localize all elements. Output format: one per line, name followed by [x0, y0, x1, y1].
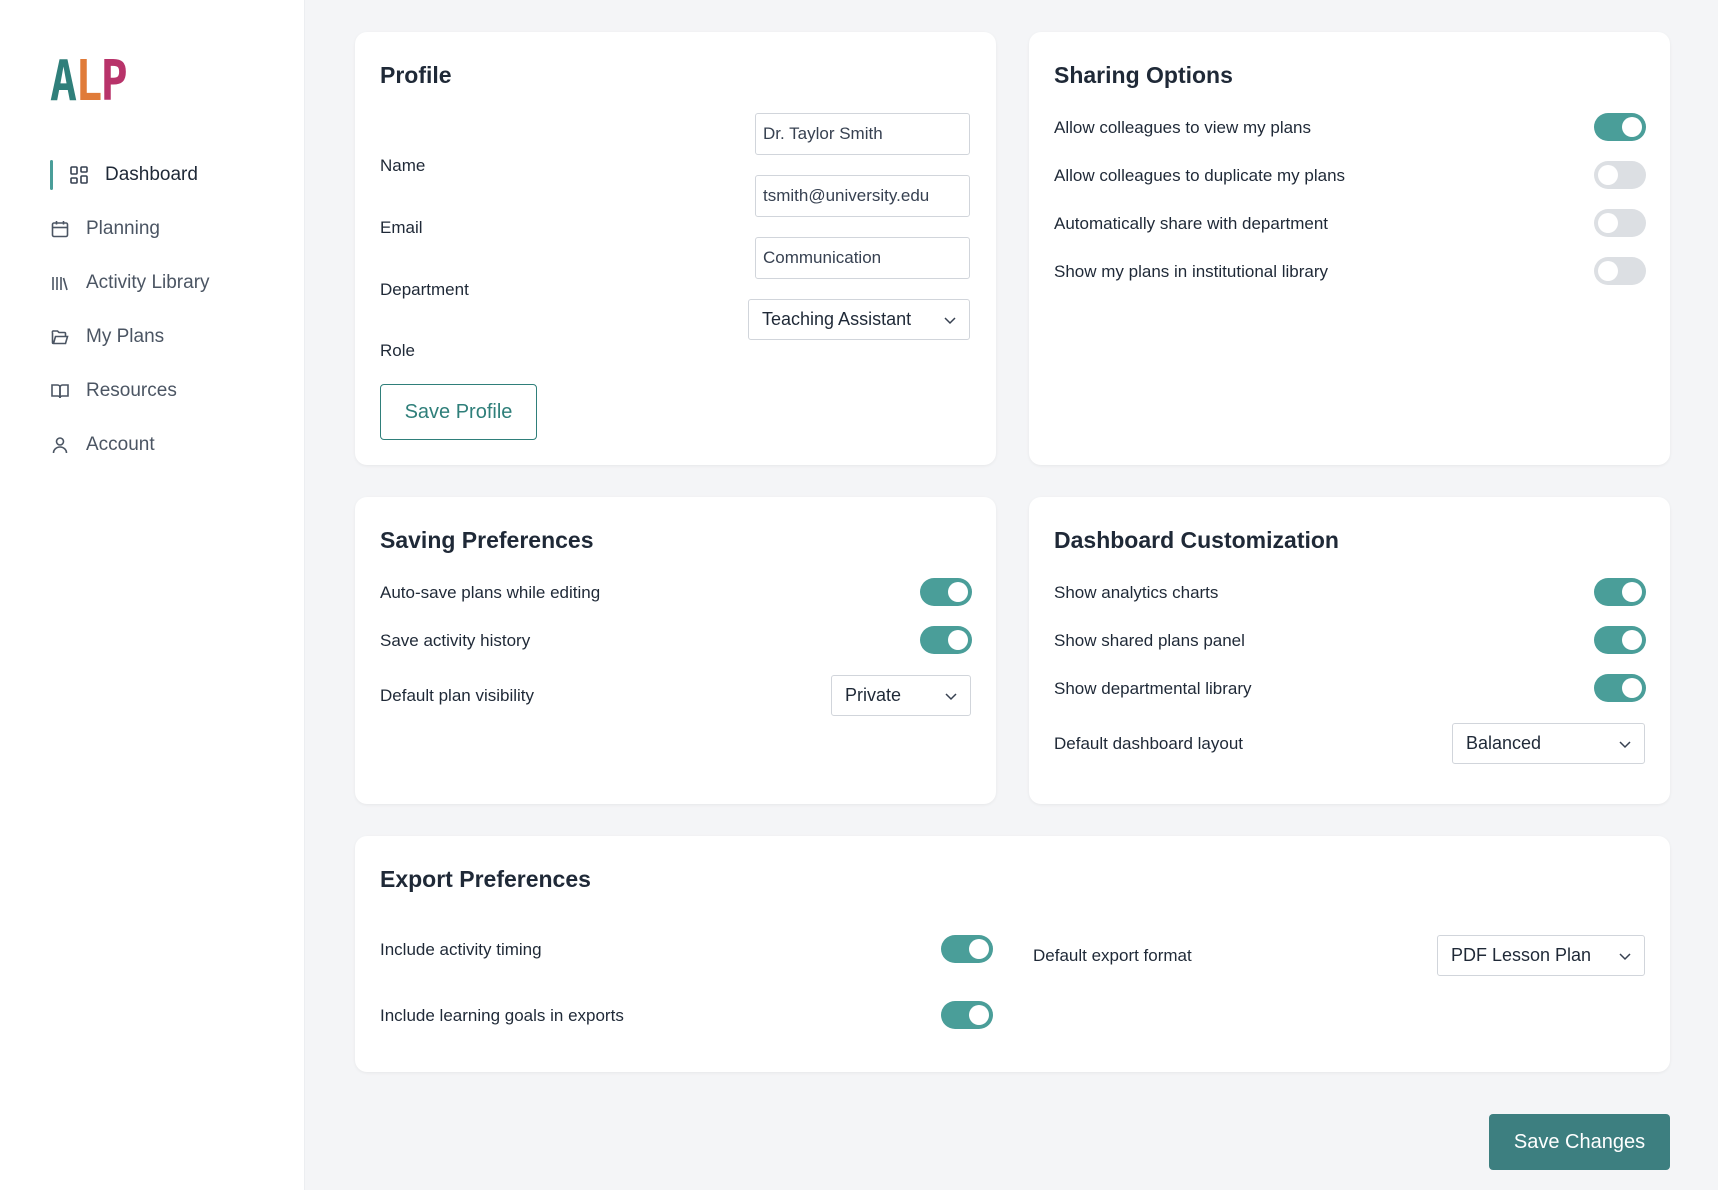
- dashboard-option-label: Show departmental library: [1054, 679, 1252, 698]
- export-format-select[interactable]: PDF Lesson Plan: [1437, 935, 1645, 976]
- name-field[interactable]: [755, 113, 970, 155]
- sidebar-nav: Dashboard Planning Activity Library My P…: [50, 160, 290, 484]
- email-label: Email: [380, 218, 423, 237]
- sidebar-item-planning[interactable]: Planning: [50, 214, 290, 244]
- email-field[interactable]: [755, 175, 970, 217]
- sharing-options-card: Sharing Options Allow colleagues to view…: [1029, 32, 1670, 465]
- saving-title: Saving Preferences: [380, 527, 594, 553]
- toggle-auto-save[interactable]: [920, 578, 972, 606]
- chevron-down-icon: [944, 317, 956, 325]
- folder-icon: [50, 327, 70, 347]
- toggle-activity-timing[interactable]: [941, 935, 993, 963]
- sidebar-item-label: Account: [86, 434, 155, 455]
- calendar-icon: [50, 219, 70, 239]
- role-select-value: Teaching Assistant: [762, 309, 912, 329]
- sidebar-item-resources[interactable]: Resources: [50, 376, 290, 406]
- department-label: Department: [380, 280, 469, 299]
- department-field[interactable]: [755, 237, 970, 279]
- saving-option-label: Save activity history: [380, 631, 531, 650]
- role-select[interactable]: Teaching Assistant: [748, 299, 970, 340]
- dashboard-option-label: Show analytics charts: [1054, 583, 1219, 602]
- toggle-view-plans[interactable]: [1594, 113, 1646, 141]
- save-profile-button[interactable]: Save Profile: [380, 384, 537, 440]
- sidebar-item-label: Planning: [86, 218, 160, 239]
- profile-title: Profile: [380, 62, 452, 88]
- sidebar-item-label: Activity Library: [86, 272, 210, 293]
- visibility-select-value: Private: [845, 685, 902, 705]
- dashboard-customization-card: Dashboard Customization Show analytics c…: [1029, 497, 1670, 804]
- toggle-knob: [969, 939, 989, 959]
- export-title: Export Preferences: [380, 866, 591, 892]
- toggle-knob: [1622, 630, 1642, 650]
- grid-icon: [69, 165, 89, 185]
- sharing-option-label: Show my plans in institutional library: [1054, 262, 1329, 281]
- saving-option-label: Auto-save plans while editing: [380, 583, 601, 602]
- toggle-analytics-charts[interactable]: [1594, 578, 1646, 606]
- sidebar-item-dashboard[interactable]: Dashboard: [50, 160, 290, 190]
- toggle-knob: [1598, 213, 1618, 233]
- sidebar-item-my-plans[interactable]: My Plans: [50, 322, 290, 352]
- chevron-down-icon: [1619, 741, 1631, 749]
- export-preferences-card: Export Preferences Include activity timi…: [355, 836, 1670, 1072]
- toggle-departmental-library[interactable]: [1594, 674, 1646, 702]
- toggle-knob: [1622, 117, 1642, 137]
- toggle-duplicate-plans[interactable]: [1594, 161, 1646, 189]
- sharing-title: Sharing Options: [1054, 62, 1233, 88]
- sidebar-item-label: Dashboard: [105, 164, 198, 185]
- visibility-label: Default plan visibility: [380, 686, 535, 705]
- user-icon: [50, 435, 70, 455]
- toggle-knob: [948, 630, 968, 650]
- toggle-learning-goals[interactable]: [941, 1001, 993, 1029]
- sidebar-item-activity-library[interactable]: Activity Library: [50, 268, 290, 298]
- export-option-label: Include activity timing: [380, 940, 542, 959]
- toggle-knob: [1622, 582, 1642, 602]
- export-format-select-value: PDF Lesson Plan: [1451, 945, 1592, 965]
- visibility-select[interactable]: Private: [831, 675, 971, 716]
- layout-select-value: Balanced: [1466, 733, 1542, 753]
- book-icon: [50, 381, 70, 401]
- dashboard-option-label: Show shared plans panel: [1054, 631, 1245, 650]
- sharing-option-label: Allow colleagues to duplicate my plans: [1054, 166, 1346, 185]
- toggle-knob: [1598, 261, 1618, 281]
- library-icon: [50, 273, 70, 293]
- toggle-knob: [969, 1005, 989, 1025]
- save-changes-button[interactable]: Save Changes: [1489, 1114, 1670, 1170]
- toggle-knob: [1598, 165, 1618, 185]
- sidebar-item-label: My Plans: [86, 326, 165, 347]
- sidebar-item-label: Resources: [86, 380, 177, 401]
- toggle-shared-plans-panel[interactable]: [1594, 626, 1646, 654]
- sharing-option-label: Allow colleagues to view my plans: [1054, 118, 1312, 137]
- layout-select[interactable]: Balanced: [1452, 723, 1645, 764]
- toggle-share-department[interactable]: [1594, 209, 1646, 237]
- sidebar-item-account[interactable]: Account: [50, 430, 290, 460]
- chevron-down-icon: [945, 693, 957, 701]
- role-label: Role: [380, 341, 415, 360]
- layout-label: Default dashboard layout: [1054, 734, 1244, 753]
- toggle-knob: [1622, 678, 1642, 698]
- toggle-knob: [948, 582, 968, 602]
- saving-preferences-card: Saving Preferences Auto-save plans while…: [355, 497, 996, 804]
- toggle-activity-history[interactable]: [920, 626, 972, 654]
- export-option-label: Include learning goals in exports: [380, 1006, 624, 1025]
- chevron-down-icon: [1619, 953, 1631, 961]
- name-label: Name: [380, 156, 426, 175]
- toggle-institutional-library[interactable]: [1594, 257, 1646, 285]
- sidebar: ALP Dashboard Planning Activity Library …: [0, 0, 305, 1190]
- export-format-label: Default export format: [1033, 946, 1192, 965]
- sharing-option-label: Automatically share with department: [1054, 214, 1329, 233]
- profile-card: Profile Name Email Department Role Teach…: [355, 32, 996, 465]
- app-logo[interactable]: ALP: [50, 54, 128, 110]
- dashboard-title: Dashboard Customization: [1054, 527, 1339, 553]
